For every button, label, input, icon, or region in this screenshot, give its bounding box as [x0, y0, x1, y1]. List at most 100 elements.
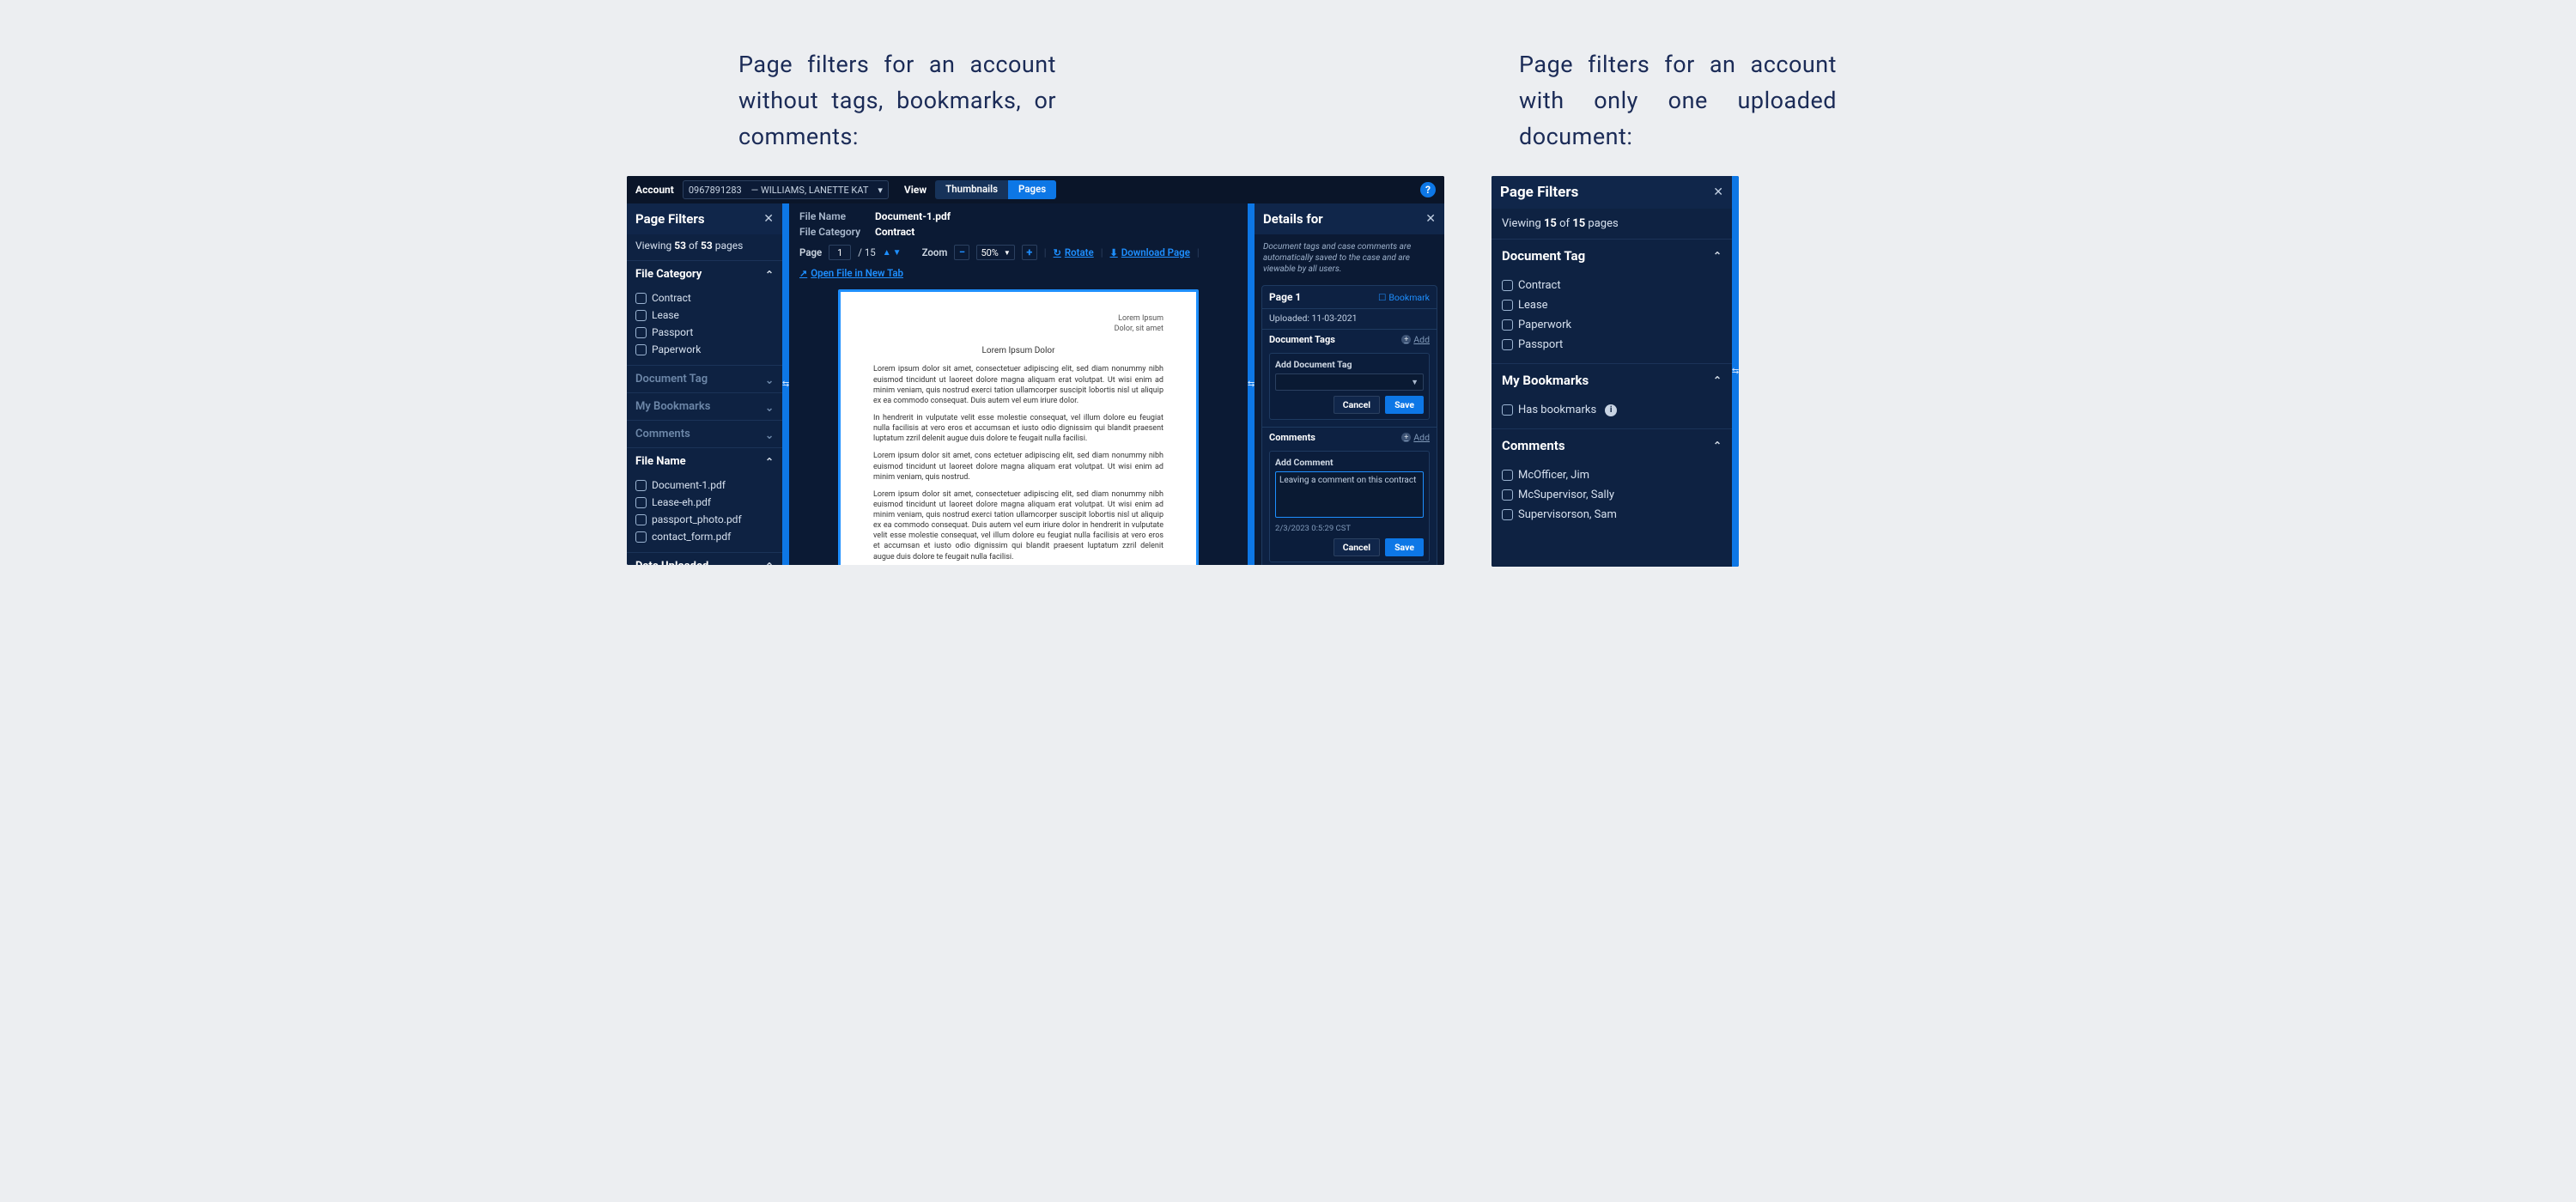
checkbox-icon — [1502, 470, 1513, 481]
doc-paragraph: Lorem ipsum dolor sit amet, consectetuer… — [873, 364, 1163, 406]
rotate-link[interactable]: ↻Rotate — [1054, 246, 1094, 258]
section-file-name[interactable]: File Name⌃ — [627, 447, 782, 475]
resize-handle-right[interactable]: ⇆ — [1248, 203, 1255, 565]
help-button[interactable]: ? — [1420, 182, 1436, 197]
section-my-bookmarks[interactable]: My Bookmarks⌃ — [627, 392, 782, 420]
info-icon[interactable]: i — [1605, 404, 1617, 416]
checkbox-icon — [635, 497, 647, 508]
filter-item[interactable]: passport_photo.pdf — [635, 511, 774, 528]
filter-item[interactable]: Lease — [1502, 295, 1722, 315]
chevron-up-icon: ⌃ — [1713, 374, 1722, 386]
section-document-tag[interactable]: Document Tag⌃ — [1492, 239, 1732, 272]
view-toggle: Thumbnails Pages — [935, 180, 1056, 199]
section-my-bookmarks[interactable]: My Bookmarks⌃ — [1492, 363, 1732, 397]
viewing-count: Viewing 15 of 15 pages — [1492, 209, 1732, 239]
section-comments[interactable]: Comments⌃ — [1492, 428, 1732, 462]
page-input[interactable]: 1 — [829, 245, 851, 260]
view-label: View — [904, 184, 927, 196]
save-button[interactable]: Save — [1385, 538, 1424, 556]
grip-icon: ⇆ — [1732, 367, 1739, 376]
rotate-icon: ↻ — [1054, 247, 1061, 258]
comment-textarea[interactable] — [1275, 471, 1424, 518]
filter-item[interactable]: Lease-eh.pdf — [635, 494, 774, 511]
account-label: Account — [635, 184, 674, 196]
filter-item[interactable]: McSupervisor, Sally — [1502, 485, 1722, 505]
chevron-up-icon: ⌃ — [1713, 440, 1722, 452]
checkbox-icon — [1502, 300, 1513, 311]
filter-item[interactable]: Document-1.pdf — [635, 477, 774, 494]
checkbox-icon — [1502, 280, 1513, 291]
page-label: Page — [799, 246, 822, 258]
chevron-up-icon: ⌃ — [1713, 250, 1722, 262]
page-up-icon[interactable]: ▲ — [883, 248, 891, 258]
filter-item[interactable]: Contract — [635, 289, 774, 307]
close-icon[interactable]: ✕ — [1425, 212, 1436, 226]
close-icon[interactable]: ✕ — [763, 212, 774, 226]
page-down-icon[interactable]: ▼ — [893, 248, 902, 258]
grip-icon: ⇆ — [782, 379, 789, 389]
file-category-value: Contract — [875, 226, 914, 238]
open-new-tab-link[interactable]: ↗Open File in New Tab — [799, 267, 903, 279]
checkbox-icon — [635, 531, 647, 543]
cancel-button[interactable]: Cancel — [1334, 396, 1380, 414]
add-comment-link[interactable]: +Add — [1401, 432, 1430, 443]
close-icon[interactable]: ✕ — [1713, 185, 1723, 199]
document-viewer: File NameDocument-1.pdf File CategoryCon… — [789, 203, 1248, 565]
download-link[interactable]: ⬇Download Page — [1110, 246, 1190, 258]
section-file-category[interactable]: File Category⌃ — [627, 260, 782, 288]
tag-select[interactable]: ▼ — [1275, 373, 1424, 391]
section-comments[interactable]: Comments⌃ — [627, 420, 782, 447]
filter-item[interactable]: Lease — [635, 307, 774, 324]
zoom-out-button[interactable]: − — [954, 245, 969, 260]
checkbox-icon — [635, 480, 647, 491]
filter-item[interactable]: Passport — [1502, 335, 1722, 355]
add-comment-title: Add Comment — [1275, 457, 1424, 468]
account-select[interactable]: 0967891283 — WILLIAMS, LANETTE KAT ▾ — [683, 180, 889, 199]
checkbox-icon — [1502, 489, 1513, 501]
chevron-up-icon: ⌃ — [765, 561, 774, 566]
chevron-up-icon: ⌃ — [765, 269, 774, 281]
page-filters-title: Page Filters — [1500, 184, 1578, 201]
account-number: 0967891283 — [689, 185, 742, 196]
account-name: — WILLIAMS, LANETTE KAT — [751, 185, 869, 196]
section-document-tag[interactable]: Document Tag⌃ — [627, 365, 782, 392]
topbar: Account 0967891283 — WILLIAMS, LANETTE K… — [627, 176, 1444, 203]
zoom-label: Zoom — [922, 246, 948, 258]
viewing-count: Viewing 53 of 53 pages — [627, 234, 782, 260]
thumbnails-tab[interactable]: Thumbnails — [935, 180, 1008, 199]
zoom-select[interactable]: 50%▼ — [976, 245, 1014, 260]
add-comment-form: Add Comment 2/3/2023 0:5:29 CST Cancel S… — [1269, 451, 1430, 562]
filter-item[interactable]: Passport — [635, 324, 774, 341]
checkbox-icon — [635, 310, 647, 321]
file-name-value: Document-1.pdf — [875, 210, 951, 222]
doc-header-line2: Dolor, sit amet — [873, 325, 1163, 335]
resize-handle-left[interactable]: ⇆ — [782, 203, 789, 565]
filter-item[interactable]: Supervisorson, Sam — [1502, 505, 1722, 525]
file-name-label: File Name — [799, 210, 865, 222]
document-tags-header: Document Tags — [1269, 334, 1335, 345]
section-date-uploaded[interactable]: Date Uploaded⌃ — [627, 552, 782, 565]
filter-item[interactable]: Paperwork — [635, 341, 774, 358]
zoom-in-button[interactable]: + — [1022, 245, 1037, 260]
doc-paragraph: Lorem ipsum dolor sit amet, consectetuer… — [873, 489, 1163, 562]
add-tag-link[interactable]: +Add — [1401, 334, 1430, 345]
checkbox-icon — [1502, 339, 1513, 350]
filter-item[interactable]: McOfficer, Jim — [1502, 465, 1722, 485]
chevron-down-icon: ⌃ — [765, 373, 774, 385]
app-left: Account 0967891283 — WILLIAMS, LANETTE K… — [627, 176, 1444, 565]
filter-item[interactable]: Has bookmarksi — [1502, 400, 1722, 420]
filter-item[interactable]: Contract — [1502, 276, 1722, 295]
page-total: / 15 — [858, 246, 876, 258]
plus-icon: + — [1401, 335, 1411, 344]
pages-tab[interactable]: Pages — [1008, 180, 1056, 199]
bookmark-link[interactable]: ☐Bookmark — [1378, 292, 1430, 303]
cancel-button[interactable]: Cancel — [1334, 538, 1380, 556]
checkbox-icon — [1502, 404, 1513, 416]
filter-item[interactable]: Paperwork — [1502, 315, 1722, 335]
chevron-down-icon: ▼ — [1004, 249, 1011, 257]
save-button[interactable]: Save — [1385, 396, 1424, 414]
filter-item[interactable]: contact_form.pdf — [635, 528, 774, 545]
details-panel: Details for ✕ Document tags and case com… — [1255, 203, 1444, 565]
resize-handle[interactable]: ⇆ — [1732, 176, 1739, 567]
checkbox-icon — [1502, 509, 1513, 520]
